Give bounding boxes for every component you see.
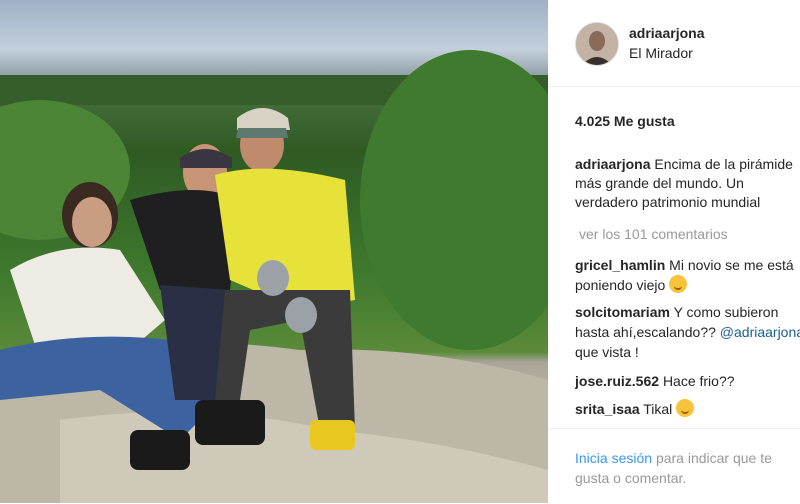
post-caption: adriaarjona Encima de la pirámide más gr… [575,155,800,212]
post-details-panel: adriaarjona El Mirador 4.025 Me gusta ad… [548,0,800,503]
login-prompt: Inicia sesión para indicar que te gusta … [575,448,800,488]
comment-item: gricel_hamlin Mi novio se me está ponien… [575,255,800,295]
comment-mention-link[interactable]: @adriaarjona [720,324,800,340]
view-all-comments-link[interactable]: ver los 101 comentarios [579,226,728,242]
comment-text: Tikal [643,401,673,417]
post-header: adriaarjona El Mirador [548,0,800,87]
comment-username[interactable]: gricel_hamlin [575,257,665,273]
comment-username[interactable]: srita_isaa [575,401,640,417]
comment-text-continued: que vista ! [575,344,639,360]
comment-text: Hace frio?? [662,373,735,389]
comment-item: srita_isaa Tikal [575,399,800,419]
comment-item: jose.ruiz.562 Hace frio?? [575,371,800,391]
kiss-emoji-icon [669,275,688,293]
post-photo [0,0,548,503]
login-footer: Inicia sesión para indicar que te gusta … [548,428,800,504]
avatar-image [576,23,618,65]
caption-username[interactable]: adriaarjona [575,156,650,172]
comment-username[interactable]: jose.ruiz.562 [575,373,659,389]
likes-count[interactable]: 4.025 Me gusta [575,113,675,129]
comment-item: solcitomariam Y como subieron hasta ahí,… [575,302,800,362]
post-username[interactable]: adriaarjona [629,25,704,41]
photo-scene [0,50,548,503]
avatar[interactable] [575,22,619,66]
post-location[interactable]: El Mirador [629,45,693,61]
login-link[interactable]: Inicia sesión [575,450,652,466]
comment-username[interactable]: solcitomariam [575,304,670,320]
smile-emoji-icon [676,399,695,417]
